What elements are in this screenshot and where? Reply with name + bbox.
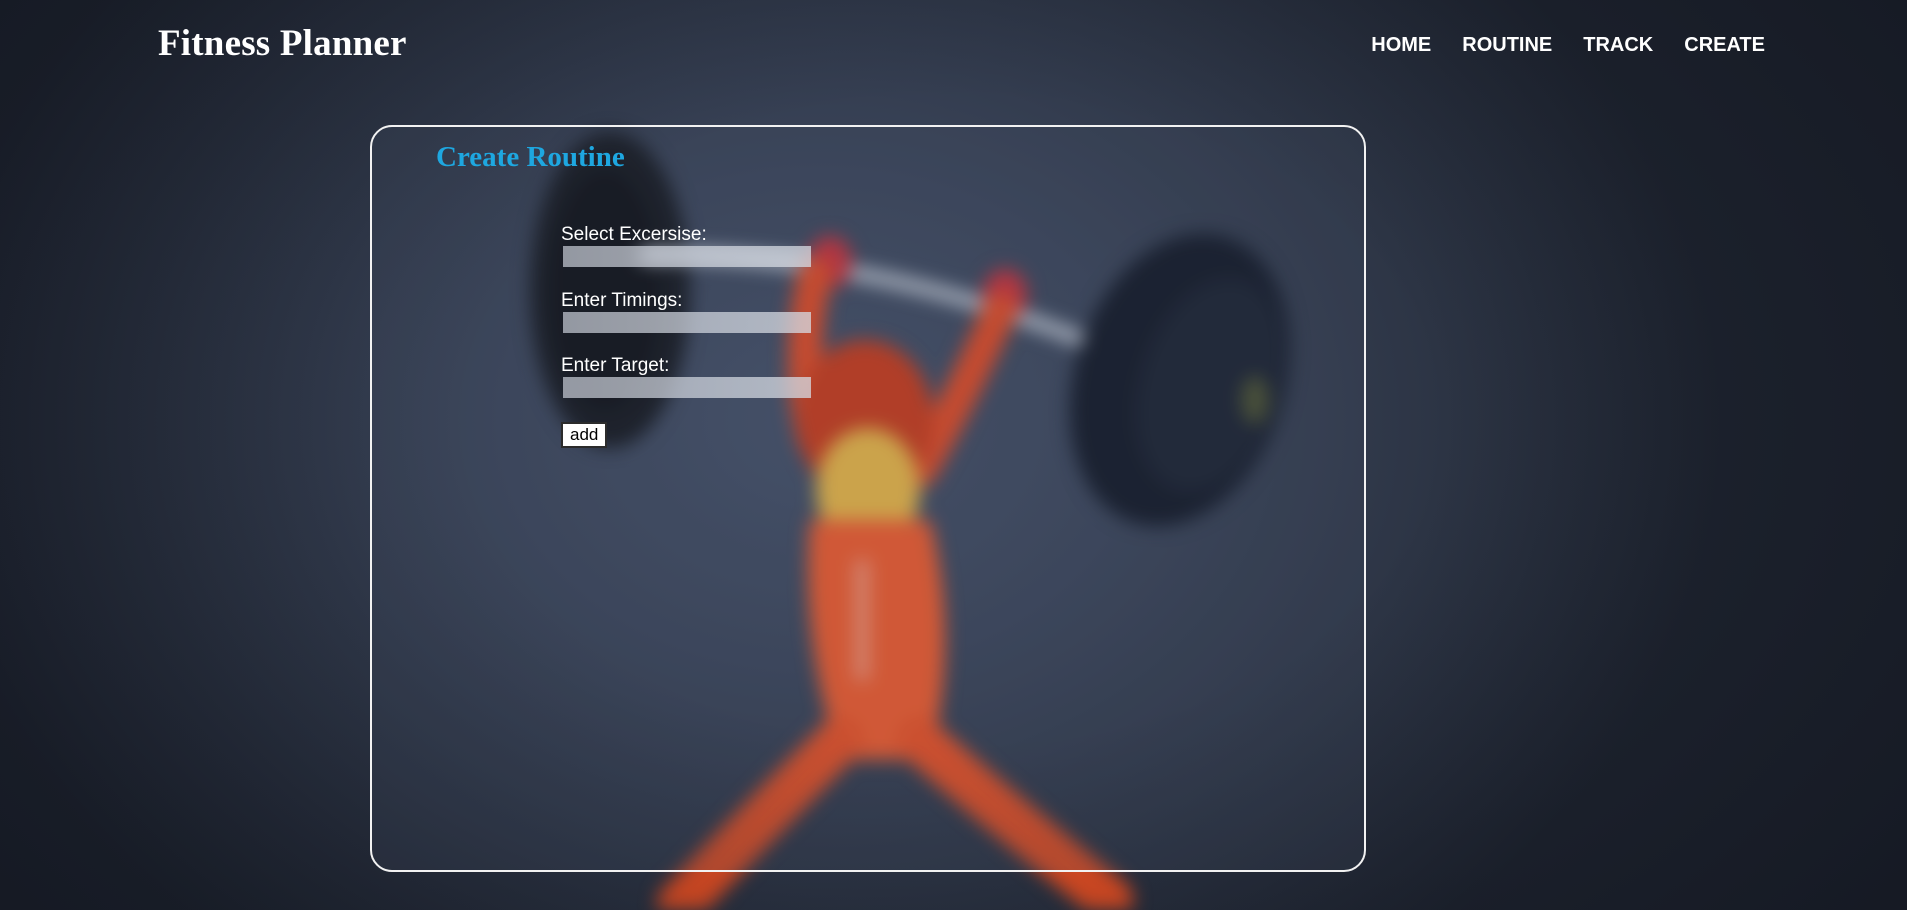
nav-home-link[interactable]: HOME	[1371, 34, 1431, 57]
exercise-label: Select Excersise:	[561, 224, 707, 245]
timings-label: Enter Timings:	[561, 290, 683, 311]
add-button[interactable]: add	[561, 422, 608, 448]
site-title: Fitness Planner	[158, 23, 407, 64]
target-field-group: Enter Target:	[561, 355, 861, 398]
timings-field-group: Enter Timings:	[561, 290, 861, 333]
exercise-input[interactable]	[563, 246, 811, 267]
create-routine-form: Select Excersise: Enter Timings: Enter T…	[561, 224, 861, 448]
timings-input[interactable]	[563, 312, 811, 333]
exercise-field-group: Select Excersise:	[561, 224, 861, 267]
create-routine-title: Create Routine	[436, 141, 625, 173]
main-nav: HOME ROUTINE TRACK CREATE	[1340, 34, 1765, 57]
nav-routine-link[interactable]: ROUTINE	[1462, 34, 1552, 57]
target-label: Enter Target:	[561, 355, 670, 376]
target-input[interactable]	[563, 377, 811, 398]
nav-track-link[interactable]: TRACK	[1583, 34, 1653, 57]
nav-create-link[interactable]: CREATE	[1684, 34, 1765, 57]
create-routine-card: Create Routine Select Excersise: Enter T…	[370, 125, 1366, 872]
